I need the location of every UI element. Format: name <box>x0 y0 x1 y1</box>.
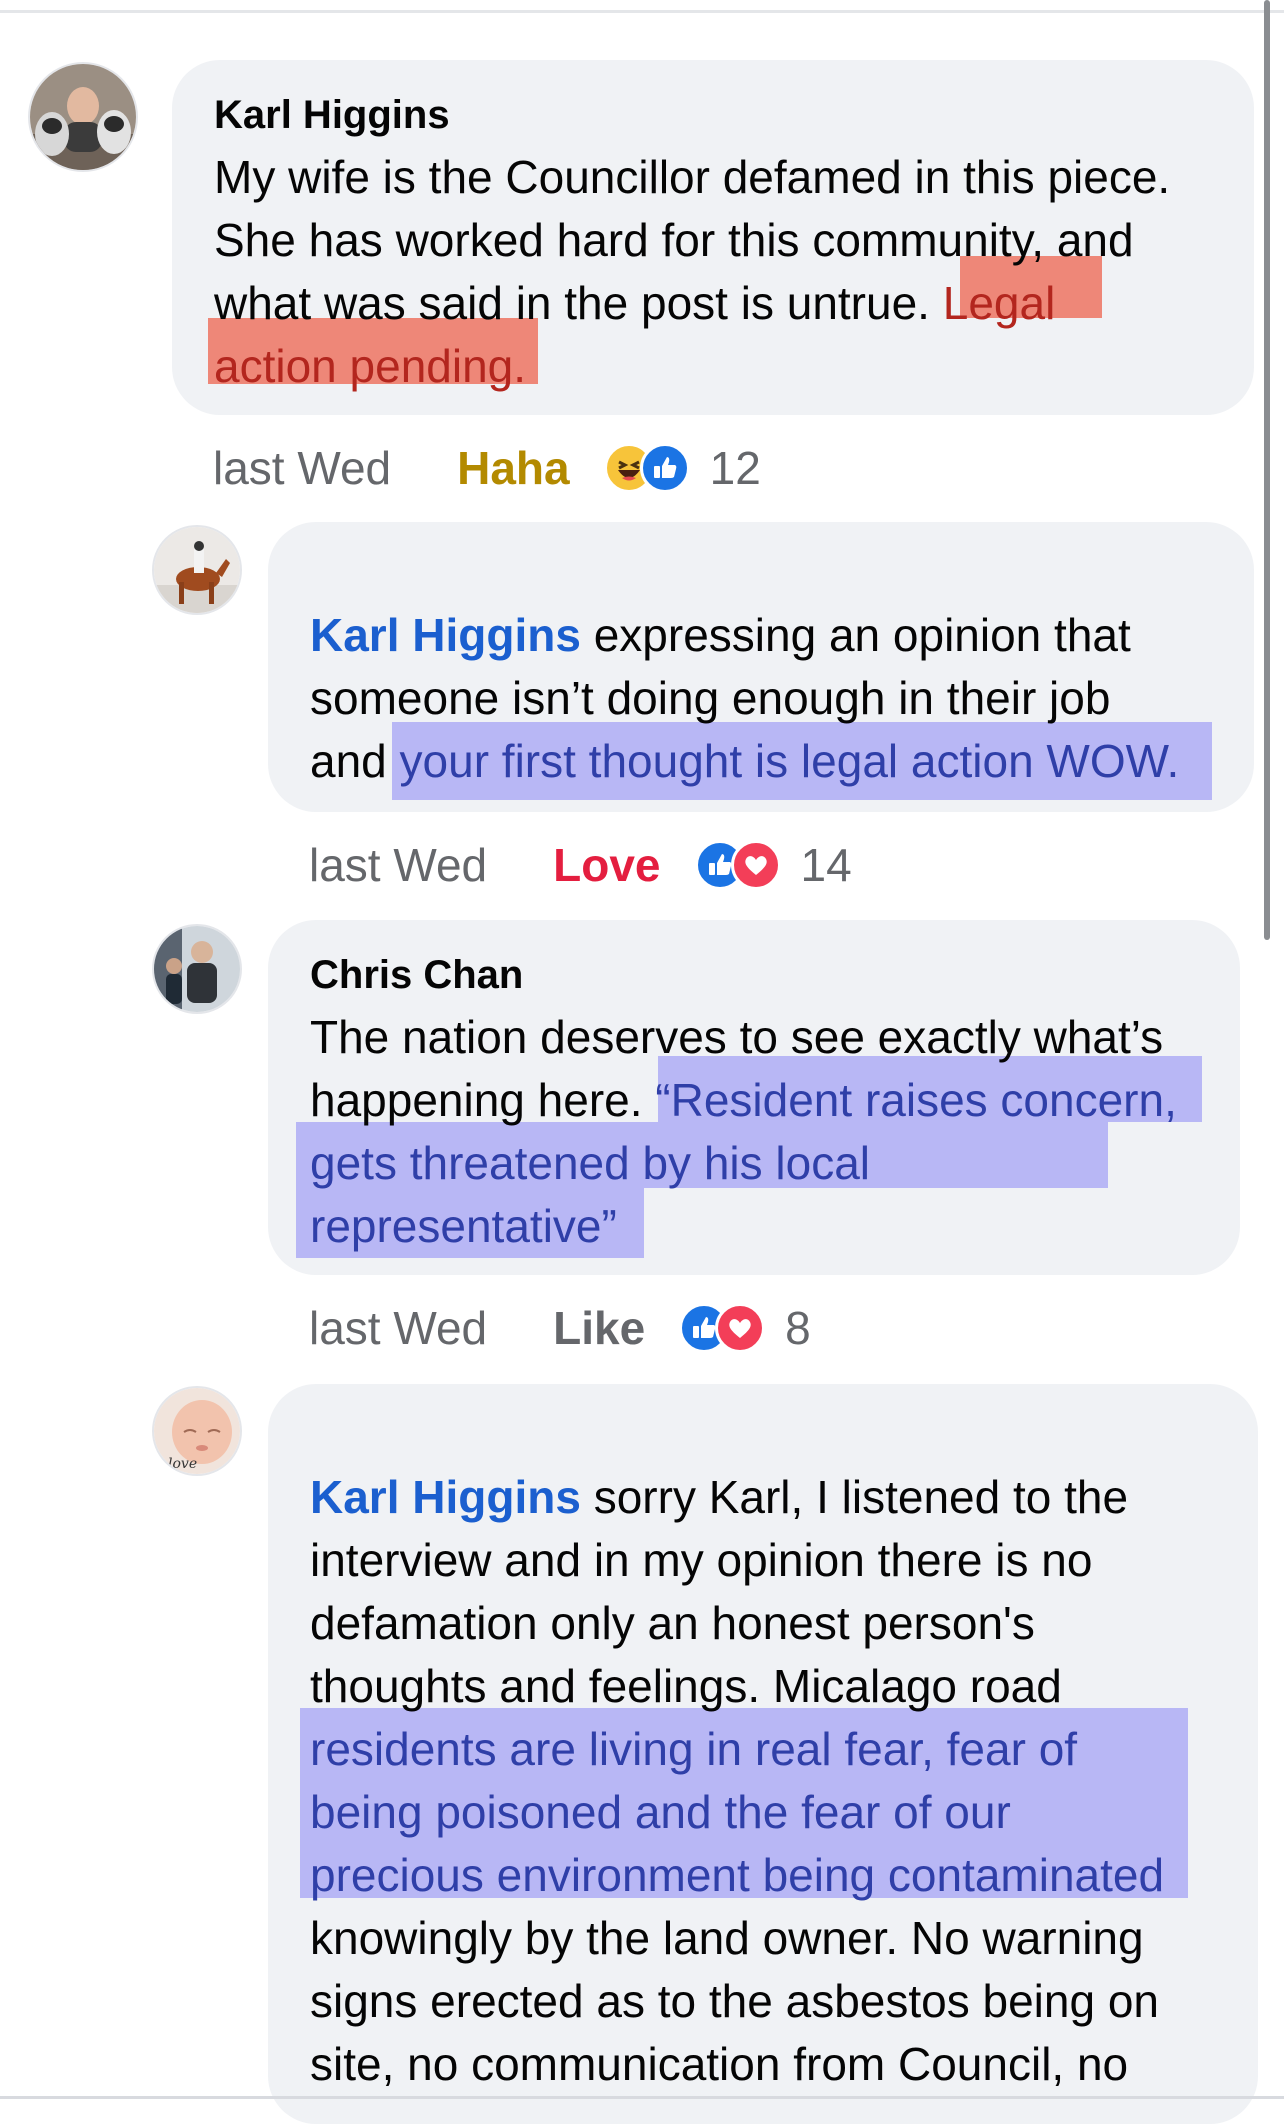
reaction-summary[interactable] <box>679 1303 766 1353</box>
reaction-count[interactable]: 12 <box>710 441 761 495</box>
comment-actions: last Wed Love 14 <box>309 835 852 895</box>
comment-text-highlight: your first thought is legal action WOW. <box>399 735 1180 787</box>
react-button[interactable]: Love <box>553 838 660 892</box>
avatar[interactable] <box>152 525 242 615</box>
comment-text: The nation deserves to see exactly what’… <box>310 1006 1200 1258</box>
avatar[interactable] <box>28 62 138 172</box>
comment-timestamp[interactable]: last Wed <box>213 441 391 495</box>
reaction-count[interactable]: 8 <box>785 1301 811 1355</box>
love-icon <box>730 840 781 890</box>
react-button[interactable]: Haha <box>457 441 569 495</box>
comment-timestamp[interactable]: last Wed <box>309 1301 487 1355</box>
love-icon <box>715 1303 766 1353</box>
comment-author[interactable]: Chris Chan <box>310 944 1200 1006</box>
avatar[interactable] <box>152 924 242 1014</box>
top-divider <box>0 0 1284 13</box>
comment-text: My wife is the Councillor defamed in thi… <box>214 146 1214 398</box>
comment-text-highlight: Legal <box>942 277 1056 329</box>
comment-text: Karl Higgins sorry Karl, I listened to t… <box>310 1466 1218 2096</box>
avatar-caption: love <box>168 1456 197 1472</box>
comment-text: Karl Higgins expressing an opinion that … <box>310 604 1214 793</box>
comment-bubble: Karl Higgins sorry Karl, I listened to t… <box>268 1384 1258 2124</box>
avatar[interactable]: love <box>152 1386 242 1476</box>
mention-link[interactable]: Karl Higgins <box>310 609 581 661</box>
reaction-summary[interactable] <box>694 840 781 890</box>
like-icon <box>639 443 690 493</box>
comment-bubble: Chris Chan The nation deserves to see ex… <box>268 920 1240 1275</box>
scrollbar[interactable] <box>1264 0 1270 940</box>
comment-text-body: knowingly by the land owner. No warning … <box>310 1912 1160 2090</box>
reaction-count[interactable]: 14 <box>801 838 852 892</box>
reaction-summary[interactable] <box>603 443 690 493</box>
comment-author[interactable]: Karl Higgins <box>214 84 1214 146</box>
mention-link[interactable]: Karl Higgins <box>310 1471 581 1523</box>
comment-bubble: Karl Higgins My wife is the Councillor d… <box>172 60 1254 415</box>
bottom-divider <box>0 2096 1284 2099</box>
comment-text-highlight: action pending. <box>214 340 527 392</box>
comment-actions: last Wed Haha 12 <box>213 438 761 498</box>
comment-actions: last Wed Like 8 <box>309 1298 811 1358</box>
react-button[interactable]: Like <box>553 1301 645 1355</box>
comment-timestamp[interactable]: last Wed <box>309 838 487 892</box>
comment-bubble: Karl Higgins expressing an opinion that … <box>268 522 1254 812</box>
comment-text-highlight: residents are living in real fear, fear … <box>310 1723 1165 1901</box>
